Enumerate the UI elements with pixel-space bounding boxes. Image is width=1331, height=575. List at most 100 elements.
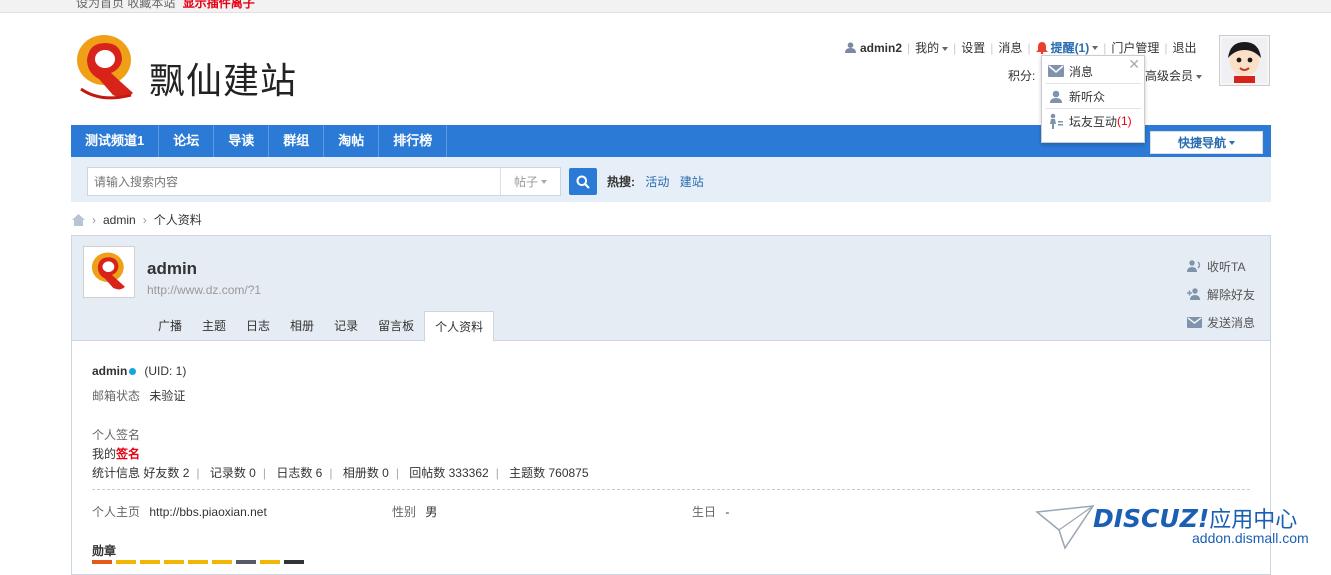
nav-item-guide[interactable]: 导读	[214, 125, 270, 157]
profile-avatar[interactable]	[83, 246, 135, 298]
unfriend-label: 解除好友	[1207, 287, 1256, 302]
medal-icon[interactable]	[284, 560, 304, 564]
user-icon	[1050, 90, 1062, 103]
paper-plane-icon	[1035, 505, 1095, 550]
follow-icon	[1187, 260, 1201, 272]
username-text: admin2	[860, 40, 903, 55]
unfriend-button[interactable]: 解除好友	[1187, 280, 1255, 308]
profile-header: admin http://www.dz.com/?1 广播 主题 日志 相册 记…	[72, 236, 1270, 342]
search-type-select[interactable]: 帖子	[500, 168, 560, 195]
divider	[92, 489, 1250, 490]
email-status-label: 邮箱状态	[92, 389, 141, 403]
stats-line: 统计信息 好友数 2 | 记录数 0 | 日志数 6 | 相册数 0 | 回帖数 333…	[92, 466, 589, 480]
remind-label: 提醒(1)	[1050, 41, 1090, 55]
messages-link[interactable]: 消息	[998, 39, 1022, 56]
profile-url[interactable]: http://www.dz.com/?1	[147, 283, 261, 297]
tab-threads[interactable]: 主题	[192, 311, 236, 341]
search-input[interactable]	[88, 168, 498, 195]
medal-icon[interactable]	[92, 560, 112, 564]
hot-search: 热搜: 活动 建站	[607, 173, 704, 190]
nav-item-collections[interactable]: 淘帖	[324, 125, 380, 157]
tab-profile[interactable]: 个人资料	[424, 311, 495, 342]
breadcrumb-user[interactable]: admin	[103, 213, 136, 227]
home-icon[interactable]	[72, 213, 85, 226]
people-icon	[1050, 113, 1063, 129]
signature-label: 个人签名	[92, 428, 141, 442]
remind-item-label: 消息	[1069, 64, 1094, 79]
profile-actions: 收听TA 解除好友 发送消息	[1187, 252, 1255, 336]
nav-item-forum[interactable]: 论坛	[159, 125, 215, 157]
tab-album[interactable]: 相册	[280, 311, 324, 341]
follow-button[interactable]: 收听TA	[1187, 252, 1255, 280]
bookmark-link[interactable]: 收藏本站	[127, 0, 175, 10]
medal-icon[interactable]	[212, 560, 232, 564]
mine-label: 我的	[915, 41, 940, 55]
stat-replies[interactable]: 回帖数 333362	[409, 466, 488, 480]
tab-records[interactable]: 记录	[324, 311, 368, 341]
hot-search-link[interactable]: 活动	[645, 175, 669, 189]
stat-albums[interactable]: 相册数 0	[343, 466, 389, 480]
homepage-label: 个人主页	[92, 505, 141, 519]
remind-item-label: 坛友互动	[1069, 114, 1118, 129]
medal-icon[interactable]	[260, 560, 280, 564]
logout-link[interactable]: 退出	[1173, 39, 1197, 56]
follow-label: 收听TA	[1207, 259, 1246, 274]
homepage-link[interactable]: http://bbs.piaoxian.net	[149, 505, 266, 519]
signature-text: 我的签名	[92, 445, 140, 462]
medal-icon[interactable]	[116, 560, 136, 564]
remind-menu[interactable]: 提醒(1)	[1035, 39, 1099, 56]
tab-blog[interactable]: 日志	[236, 311, 280, 341]
send-message-label: 发送消息	[1207, 315, 1256, 330]
stat-blogs[interactable]: 日志数 6	[276, 466, 322, 480]
watermark-url: addon.dismall.com	[1192, 530, 1309, 546]
remind-item-interactions[interactable]: 坛友互动 (1)	[1048, 109, 1140, 133]
username-link[interactable]: admin2	[845, 41, 902, 55]
hot-search-link[interactable]: 建站	[680, 175, 704, 189]
promo-link[interactable]: 显示插件离子	[183, 0, 255, 10]
remind-count: (1)	[1117, 114, 1132, 128]
avatar[interactable]	[1219, 35, 1270, 86]
envelope-icon	[1048, 65, 1064, 77]
level-menu[interactable]: 高级会员	[1145, 67, 1203, 84]
bell-icon	[1035, 42, 1048, 54]
mine-menu[interactable]: 我的	[915, 39, 949, 56]
search-button[interactable]	[569, 168, 597, 195]
tab-broadcast[interactable]: 广播	[148, 311, 192, 341]
user-plus-icon	[1187, 288, 1200, 300]
medal-icon[interactable]	[188, 560, 208, 564]
nav-item-groups[interactable]: 群组	[269, 125, 325, 157]
online-status-icon	[129, 368, 137, 375]
settings-link[interactable]: 设置	[961, 39, 985, 56]
watermark-brand: DISCUZ!	[1093, 504, 1210, 533]
stat-records[interactable]: 记录数 0	[210, 466, 256, 480]
medal-icon[interactable]	[164, 560, 184, 564]
stat-friends[interactable]: 好友数 2	[143, 466, 189, 480]
birthday-label: 生日	[692, 505, 717, 519]
profile-tabs: 广播 主题 日志 相册 记录 留言板 个人资料	[148, 311, 495, 342]
search-bar: 帖子 热搜: 活动 建站	[71, 157, 1271, 202]
envelope-icon	[1187, 316, 1202, 328]
info-uid: (UID: 1)	[144, 364, 187, 378]
portal-admin-link[interactable]: 门户管理	[1111, 39, 1159, 56]
nav-item-rankings[interactable]: 排行榜	[379, 125, 448, 157]
quick-nav-label: 快捷导航	[1177, 136, 1226, 150]
tab-guestbook[interactable]: 留言板	[368, 311, 424, 341]
discuz-watermark: DISCUZ!应用中心 addon.dismall.com	[1035, 500, 1325, 552]
search-icon	[576, 175, 590, 189]
remind-dropdown: ✕ 消息 新听众 坛友互动 (1)	[1041, 55, 1145, 143]
medal-icon[interactable]	[236, 560, 256, 564]
send-message-button[interactable]: 发送消息	[1187, 308, 1255, 336]
chevron-down-icon	[942, 46, 949, 51]
remind-item-new-listeners[interactable]: 新听众	[1048, 84, 1140, 108]
stat-threads[interactable]: 主题数 760875	[509, 466, 588, 480]
site-logo[interactable]	[73, 29, 139, 107]
chevron-down-icon	[1092, 45, 1099, 50]
nav-item-test-channel[interactable]: 测试频道1	[71, 125, 160, 157]
breadcrumb-current: 个人资料	[153, 213, 202, 227]
signature-highlight: 签名	[116, 447, 141, 461]
set-home-link[interactable]: 设为首页	[76, 0, 124, 10]
remind-item-messages[interactable]: 消息	[1048, 59, 1140, 83]
level-label: 高级会员	[1145, 69, 1194, 83]
quick-nav-button[interactable]: 快捷导航	[1150, 131, 1263, 154]
medal-icon[interactable]	[140, 560, 160, 564]
